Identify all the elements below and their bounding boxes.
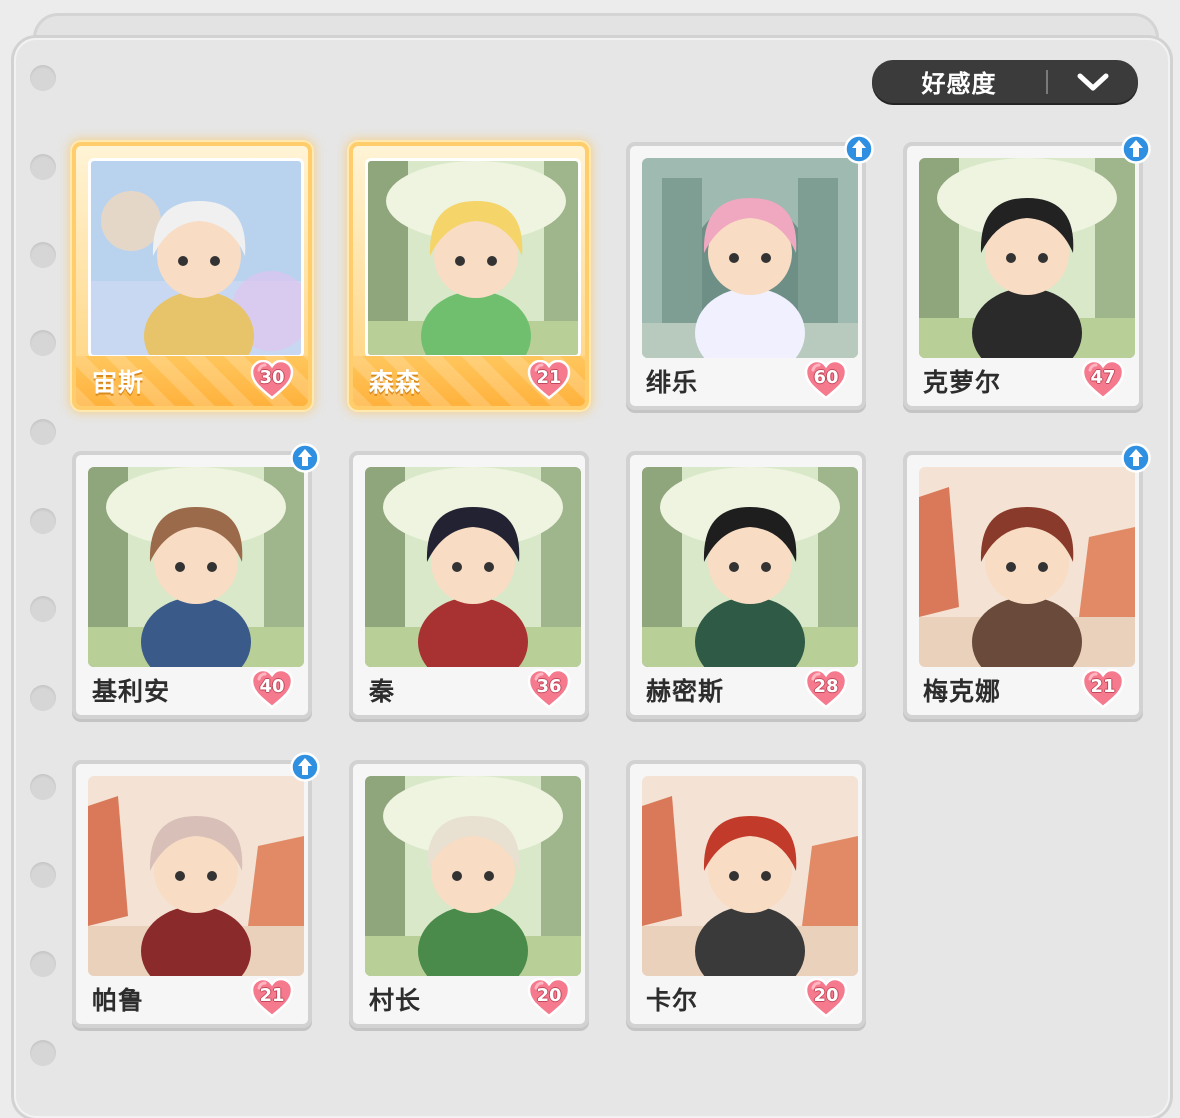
sort-label: 好感度: [921, 70, 997, 98]
character-portrait: [365, 776, 581, 976]
character-card[interactable]: 卡尔 20: [626, 760, 866, 1028]
upgrade-arrow-icon[interactable]: [1121, 134, 1151, 164]
affinity-value: 21: [536, 367, 562, 388]
character-name: 绯乐: [646, 368, 699, 397]
binder-hole: [30, 862, 56, 888]
character-card[interactable]: 赫密斯 28: [626, 451, 866, 719]
character-card[interactable]: 帕鲁 21: [72, 752, 320, 1028]
binder-hole: [30, 419, 56, 445]
heart-icon: 30: [250, 359, 294, 400]
character-card[interactable]: 秦 36: [349, 451, 589, 719]
affinity-value: 36: [536, 676, 562, 697]
binder-hole: [30, 508, 56, 534]
binder-hole: [30, 330, 56, 356]
affinity-value: 30: [259, 367, 285, 388]
binder-hole: [30, 242, 56, 268]
character-portrait: [88, 158, 304, 358]
binder-hole: [30, 951, 56, 977]
binder-hole: [30, 596, 56, 622]
heart-icon: 40: [250, 668, 294, 709]
character-name: 卡尔: [646, 986, 699, 1015]
heart-icon: 20: [804, 977, 848, 1018]
character-card[interactable]: 森森 21: [349, 142, 589, 410]
affinity-value: 28: [813, 676, 839, 697]
character-card[interactable]: 基利安 40: [72, 443, 320, 719]
upgrade-arrow-icon[interactable]: [844, 134, 874, 164]
upgrade-arrow-icon[interactable]: [1121, 443, 1151, 473]
affinity-value: 21: [1090, 676, 1116, 697]
affinity-value: 20: [536, 985, 562, 1006]
chevron-down-icon[interactable]: [1048, 71, 1138, 93]
character-portrait: [365, 467, 581, 667]
character-portrait: [88, 467, 304, 667]
character-portrait: [642, 776, 858, 976]
affinity-value: 60: [813, 367, 839, 388]
character-portrait: [919, 467, 1135, 667]
heart-icon: 21: [527, 359, 571, 400]
binder-hole: [30, 685, 56, 711]
heart-icon: 20: [527, 977, 571, 1018]
character-portrait: [365, 158, 581, 358]
character-name: 村长: [369, 986, 422, 1015]
character-card[interactable]: 梅克娜 21: [903, 443, 1151, 719]
upgrade-arrow-icon[interactable]: [290, 443, 320, 473]
character-portrait: [642, 467, 858, 667]
character-card[interactable]: 宙斯 30: [72, 142, 312, 410]
character-card[interactable]: 绯乐 60: [626, 134, 874, 410]
binder-hole: [30, 154, 56, 180]
affinity-value: 40: [259, 676, 285, 697]
character-name: 梅克娜: [923, 677, 1002, 706]
character-name: 克萝尔: [923, 368, 1002, 397]
character-card[interactable]: 克萝尔 47: [903, 134, 1151, 410]
character-portrait: [88, 776, 304, 976]
heart-icon: 28: [804, 668, 848, 709]
affinity-value: 21: [259, 985, 285, 1006]
upgrade-arrow-icon[interactable]: [290, 752, 320, 782]
character-name: 基利安: [92, 677, 171, 706]
character-name: 赫密斯: [646, 677, 725, 706]
character-name: 森森: [369, 368, 422, 397]
binder-hole: [30, 774, 56, 800]
affinity-value: 47: [1090, 367, 1116, 388]
heart-icon: 36: [527, 668, 571, 709]
heart-icon: 60: [804, 359, 848, 400]
heart-icon: 21: [1081, 668, 1125, 709]
sort-dropdown[interactable]: 好感度: [872, 60, 1138, 103]
heart-icon: 21: [250, 977, 294, 1018]
affinity-value: 20: [813, 985, 839, 1006]
character-name: 宙斯: [92, 368, 145, 397]
character-card[interactable]: 村长 20: [349, 760, 589, 1028]
character-portrait: [919, 158, 1135, 358]
character-portrait: [642, 158, 858, 358]
character-name: 秦: [369, 677, 396, 706]
binder-hole: [30, 65, 56, 91]
character-name: 帕鲁: [92, 986, 145, 1015]
heart-icon: 47: [1081, 359, 1125, 400]
binder-hole: [30, 1040, 56, 1066]
